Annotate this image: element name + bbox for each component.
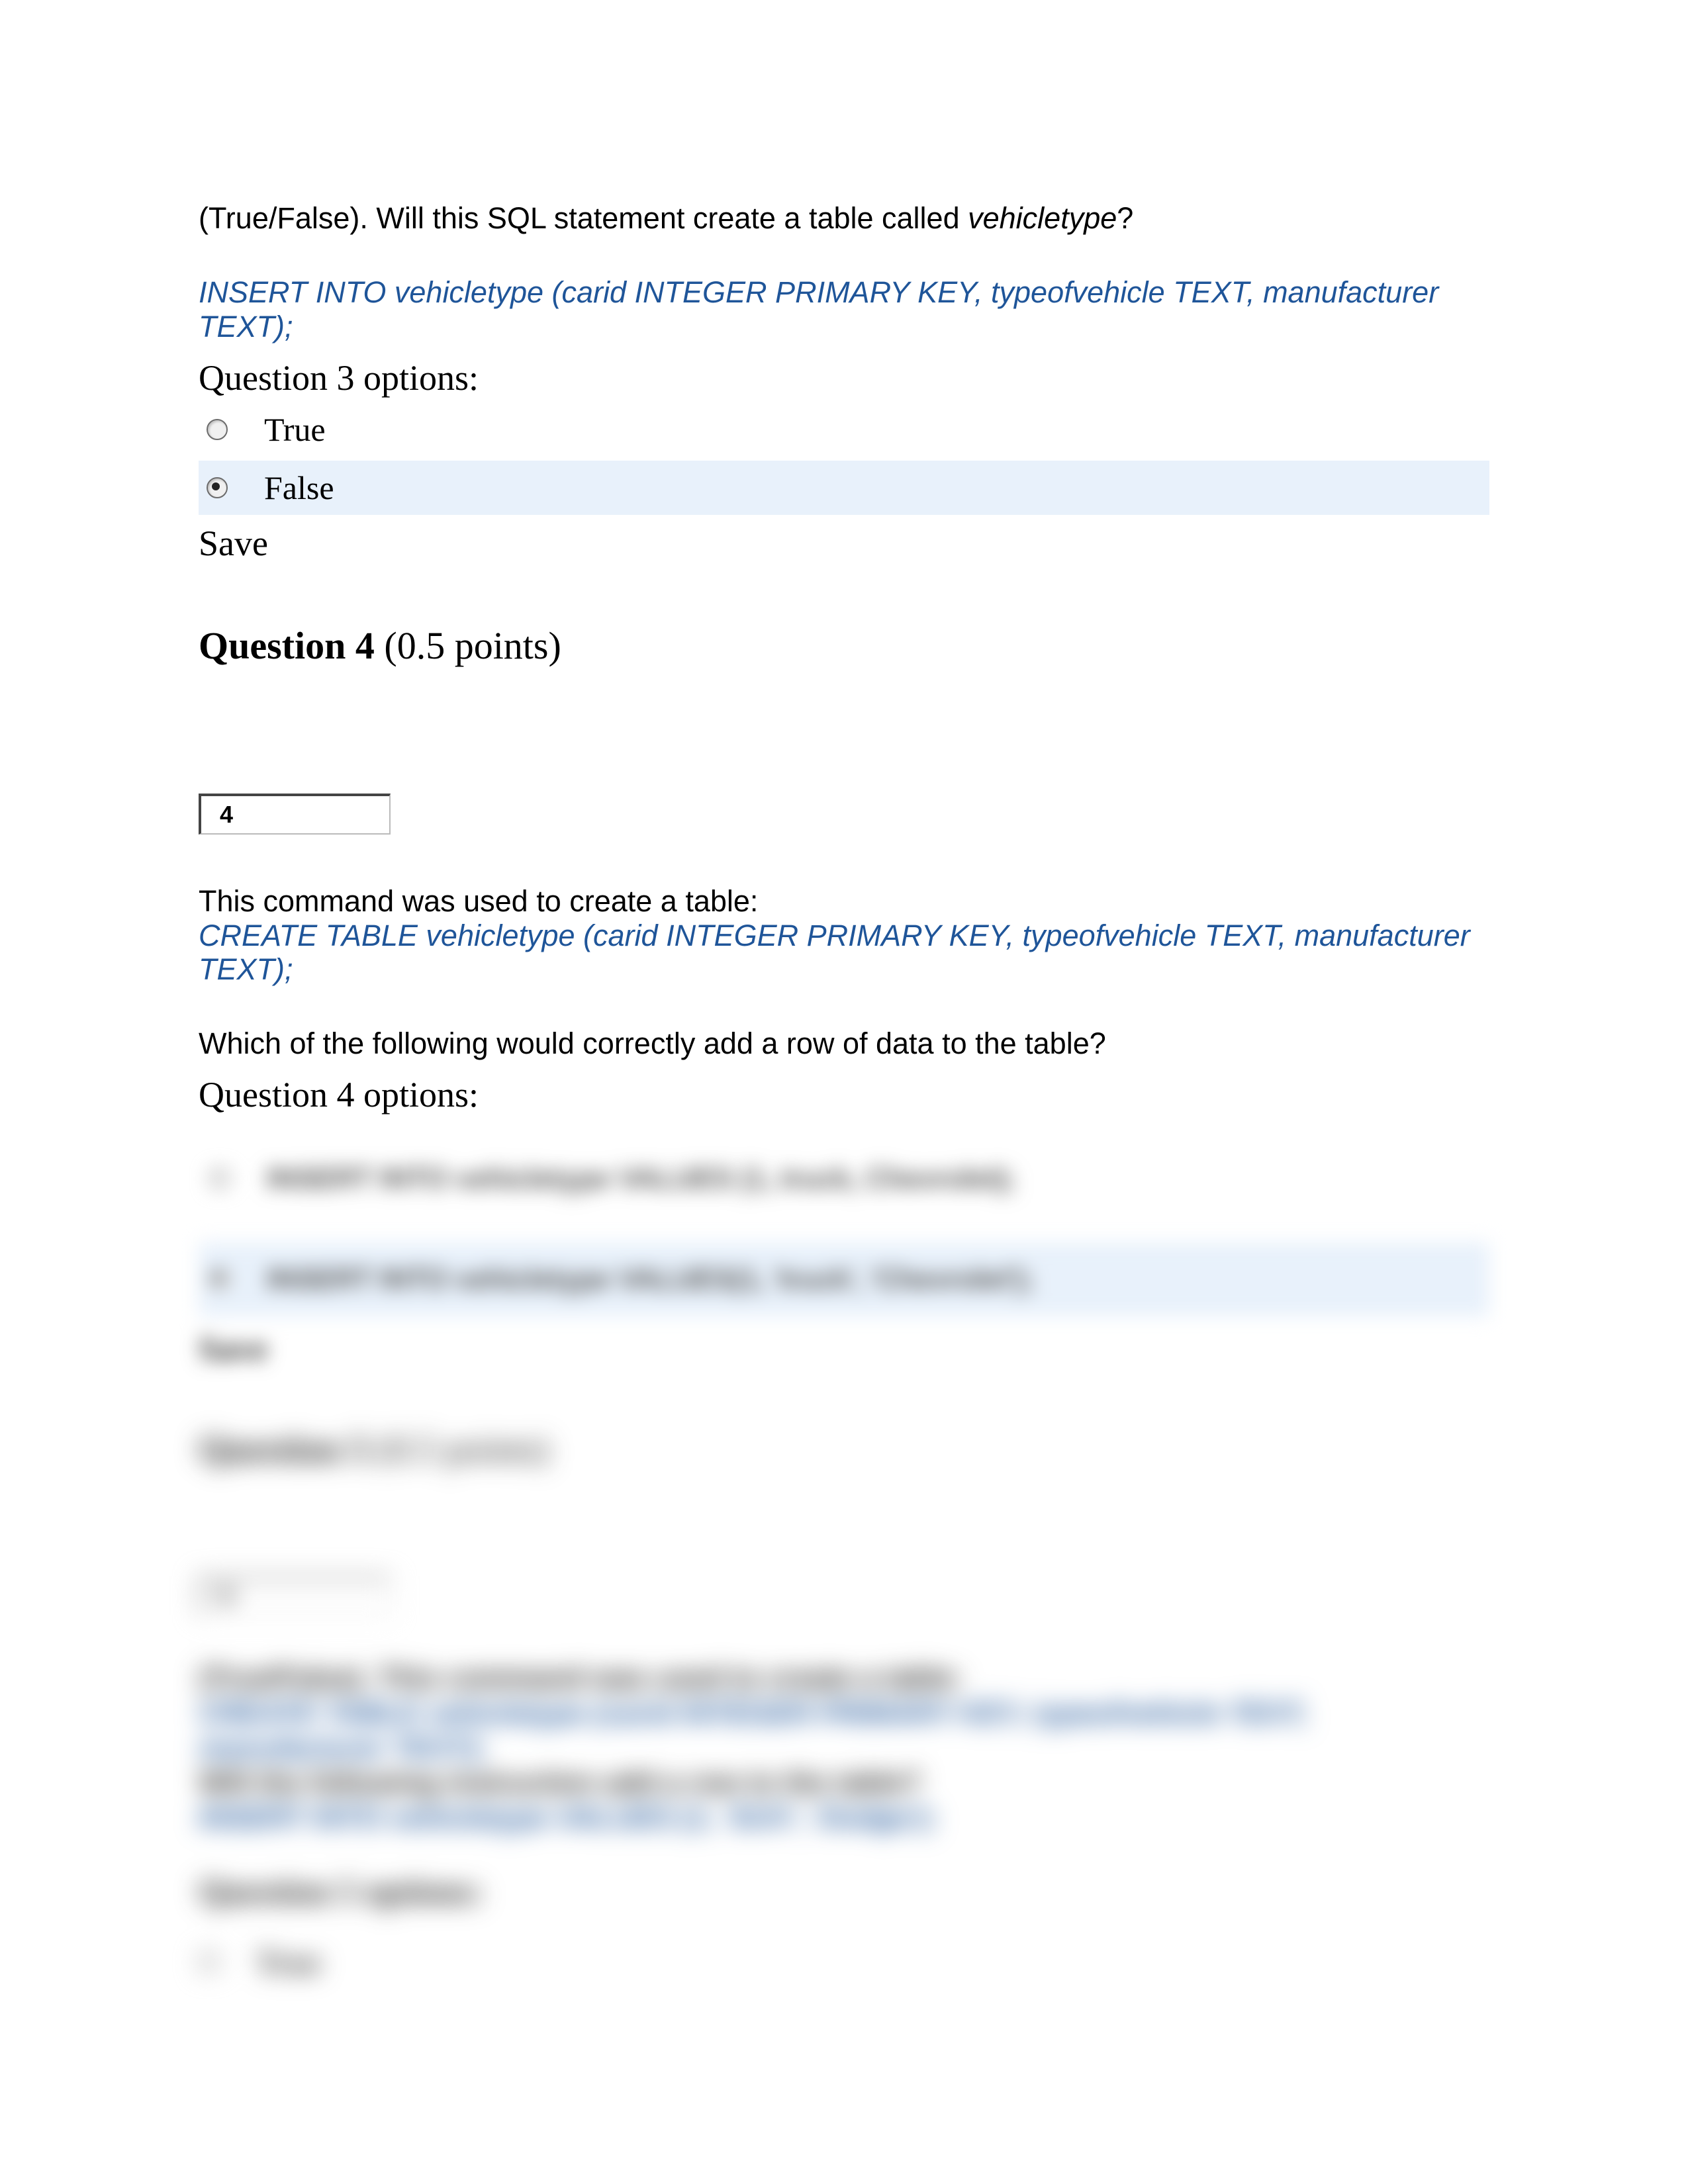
q4-line1: This command was used to create a table: bbox=[199, 884, 1489, 919]
q4-number-badge: 4 bbox=[199, 794, 391, 835]
blurred-region-1: INSERT INTO vehicletype VALUES (1, truck… bbox=[199, 1142, 1489, 1369]
q3-prompt: (True/False). Will this SQL statement cr… bbox=[199, 199, 1489, 239]
q5-line2: Will the following instruction add a row… bbox=[199, 1766, 1489, 1801]
q4-header: Question 4 (0.5 points) bbox=[199, 623, 1489, 668]
radio-unchecked-icon[interactable] bbox=[207, 419, 228, 440]
q5-options-heading: Question 5 options: bbox=[199, 1872, 1489, 1911]
q5-sql1: CREATE TABLE vehicletype (carid INTEGER … bbox=[199, 1696, 1489, 1766]
q4-option-b-label: INSERT INTO vehicletype VALUES(1, 'truck… bbox=[267, 1262, 1033, 1297]
q5-option-true[interactable]: True bbox=[199, 1944, 1489, 1981]
radio-unchecked-icon[interactable] bbox=[199, 1952, 220, 1973]
q4-option-a-label: INSERT INTO vehicletype VALUES (1, truck… bbox=[267, 1161, 1015, 1196]
blurred-region-2: Question 5 (0.5 points) 5 (True/False). … bbox=[199, 1428, 1489, 1981]
q3-option-true-label: True bbox=[264, 410, 326, 449]
q5-header-points: (0.5 points) bbox=[369, 1429, 549, 1470]
q5-sql2: INSERT INTO vehicletype VALUES (1, 'SUV'… bbox=[199, 1801, 1489, 1836]
q5-header-bold: Question 5 bbox=[199, 1429, 369, 1470]
radio-unchecked-icon[interactable] bbox=[209, 1168, 230, 1189]
q4-option-b[interactable]: INSERT INTO vehicletype VALUES(1, 'truck… bbox=[199, 1242, 1489, 1316]
q3-sql: INSERT INTO vehicletype (carid INTEGER P… bbox=[199, 275, 1489, 344]
q4-option-a[interactable]: INSERT INTO vehicletype VALUES (1, truck… bbox=[199, 1142, 1489, 1216]
quiz-page: (True/False). Will this SQL statement cr… bbox=[0, 0, 1688, 1981]
q3-option-true[interactable]: True bbox=[199, 402, 1489, 457]
q5-header: Question 5 (0.5 points) bbox=[199, 1428, 1489, 1471]
q3-option-false[interactable]: False bbox=[199, 461, 1489, 515]
q3-prompt-suffix: ? bbox=[1117, 201, 1133, 235]
q5-number: 5 bbox=[220, 1584, 232, 1610]
q3-prompt-prefix: (True/False). Will this SQL statement cr… bbox=[199, 201, 968, 235]
q3-save-button[interactable]: Save bbox=[199, 523, 1489, 564]
q4-number: 4 bbox=[220, 801, 233, 829]
q5-option-true-label: True bbox=[256, 1944, 321, 1981]
q4-header-bold: Question 4 bbox=[199, 624, 375, 667]
q5-body: (True/False). This command was used to c… bbox=[199, 1661, 1489, 1836]
q3-option-false-label: False bbox=[264, 469, 334, 507]
q4-options-heading: Question 4 options: bbox=[199, 1074, 1489, 1115]
radio-checked-icon[interactable] bbox=[209, 1269, 230, 1290]
q3-prompt-table-name: vehicletype bbox=[968, 201, 1117, 235]
q4-follow: Which of the following would correctly a… bbox=[199, 1026, 1489, 1061]
q5-line1: (True/False). This command was used to c… bbox=[199, 1661, 1489, 1696]
q4-save-button[interactable]: Save bbox=[199, 1330, 1489, 1369]
q4-sql: CREATE TABLE vehicletype (carid INTEGER … bbox=[199, 919, 1489, 987]
q3-options-heading: Question 3 options: bbox=[199, 357, 1489, 398]
q4-body: This command was used to create a table:… bbox=[199, 884, 1489, 987]
radio-checked-icon[interactable] bbox=[207, 477, 228, 498]
q5-number-badge: 5 bbox=[199, 1576, 391, 1615]
q4-header-points: (0.5 points) bbox=[375, 624, 561, 667]
